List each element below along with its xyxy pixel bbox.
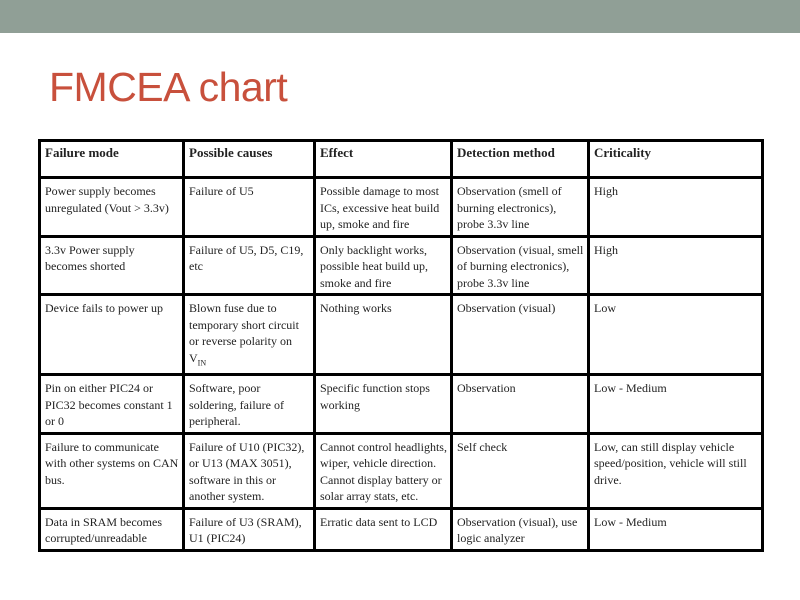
cell-failure-mode: Failure to communicate with other system… bbox=[38, 431, 185, 510]
cell-criticality: Low - Medium bbox=[587, 373, 764, 435]
cell-possible-causes: Failure of U3 (SRAM), U1 (PIC24) bbox=[182, 506, 316, 552]
table-row: Device fails to power up Blown fuse due … bbox=[38, 292, 764, 377]
cell-effect: Cannot control headlights, wiper, vehicl… bbox=[313, 431, 453, 510]
cell-detection-method: Observation (visual), use logic analyzer bbox=[450, 506, 590, 552]
cell-criticality: High bbox=[587, 234, 764, 296]
header-failure-mode: Failure mode bbox=[38, 139, 185, 179]
cell-effect: Only backlight works, possible heat buil… bbox=[313, 234, 453, 296]
top-banner bbox=[0, 0, 800, 33]
cell-effect: Specific function stops working bbox=[313, 373, 453, 435]
cell-detection-method: Observation (visual, smell of burning el… bbox=[450, 234, 590, 296]
cause-text: Blown fuse due to temporary short circui… bbox=[189, 301, 299, 365]
header-effect: Effect bbox=[313, 139, 453, 179]
cell-failure-mode: 3.3v Power supply becomes shorted bbox=[38, 234, 185, 296]
cell-criticality: High bbox=[587, 176, 764, 238]
cell-detection-method: Observation (smell of burning electronic… bbox=[450, 176, 590, 238]
table-row: Power supply becomes unregulated (Vout >… bbox=[38, 176, 764, 238]
cell-possible-causes: Failure of U5, D5, C19, etc bbox=[182, 234, 316, 296]
table-row: 3.3v Power supply becomes shorted Failur… bbox=[38, 234, 764, 296]
cell-failure-mode: Device fails to power up bbox=[38, 292, 185, 377]
cell-possible-causes: Failure of U5 bbox=[182, 176, 316, 238]
cell-effect: Erratic data sent to LCD bbox=[313, 506, 453, 552]
slide-title: FMCEA chart bbox=[49, 64, 288, 110]
table-row: Failure to communicate with other system… bbox=[38, 431, 764, 510]
header-possible-causes: Possible causes bbox=[182, 139, 316, 179]
fmcea-table: Failure mode Possible causes Effect Dete… bbox=[38, 139, 764, 552]
table-header-row: Failure mode Possible causes Effect Dete… bbox=[38, 139, 764, 179]
cell-possible-causes: Failure of U10 (PIC32), or U13 (MAX 3051… bbox=[182, 431, 316, 510]
cell-failure-mode: Pin on either PIC24 or PIC32 becomes con… bbox=[38, 373, 185, 435]
table-row: Data in SRAM becomes corrupted/unreadabl… bbox=[38, 506, 764, 552]
header-criticality: Criticality bbox=[587, 139, 764, 179]
cell-effect: Nothing works bbox=[313, 292, 453, 377]
cell-failure-mode: Data in SRAM becomes corrupted/unreadabl… bbox=[38, 506, 185, 552]
vin-subscript: IN bbox=[197, 357, 207, 367]
cell-possible-causes: Software, poor soldering, failure of per… bbox=[182, 373, 316, 435]
cell-criticality: Low bbox=[587, 292, 764, 377]
cell-possible-causes: Blown fuse due to temporary short circui… bbox=[182, 292, 316, 377]
cell-criticality: Low - Medium bbox=[587, 506, 764, 552]
header-detection-method: Detection method bbox=[450, 139, 590, 179]
cell-failure-mode: Power supply becomes unregulated (Vout >… bbox=[38, 176, 185, 238]
cell-detection-method: Self check bbox=[450, 431, 590, 510]
cell-effect: Possible damage to most ICs, excessive h… bbox=[313, 176, 453, 238]
cell-criticality: Low, can still display vehicle speed/pos… bbox=[587, 431, 764, 510]
cell-detection-method: Observation bbox=[450, 373, 590, 435]
cell-detection-method: Observation (visual) bbox=[450, 292, 590, 377]
table-row: Pin on either PIC24 or PIC32 becomes con… bbox=[38, 373, 764, 435]
